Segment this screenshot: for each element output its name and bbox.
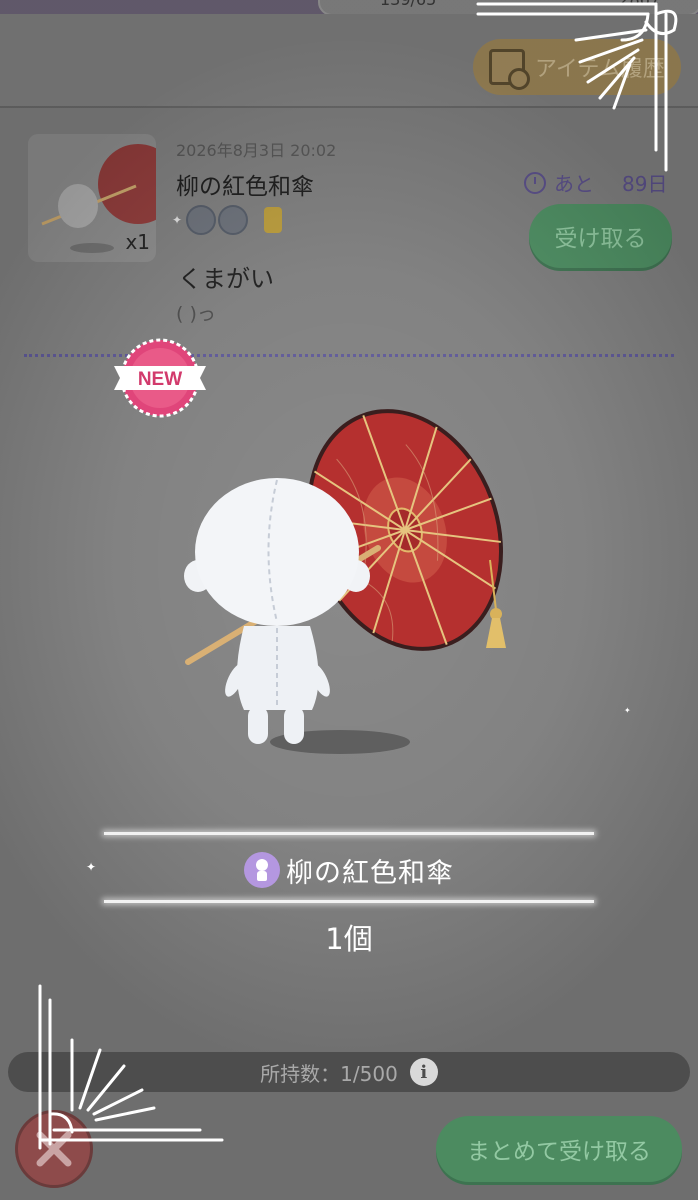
sparkle-icon: ✦ (624, 706, 631, 715)
sender-badge-icon (186, 205, 217, 235)
stat-value-1: 139/65 (380, 0, 436, 9)
reward-name-frame: 柳の紅色和傘 (104, 828, 594, 912)
corner-decoration-top-right (476, 2, 678, 172)
gift-date: 2026年8月3日 20:02 (176, 141, 337, 160)
sender-badges: ✦ (172, 205, 283, 235)
sparkle-icon: ✦ (172, 213, 183, 227)
new-badge-label: NEW (138, 369, 182, 390)
frame-line-top (104, 832, 594, 835)
gift-item-thumbnail[interactable]: x1 (28, 134, 178, 262)
gift-quantity: x1 (125, 230, 150, 254)
frame-line-bottom (104, 900, 594, 903)
sender-title-icon (264, 207, 283, 233)
sender-badge-icon (218, 205, 249, 235)
avatar-item-icon (244, 852, 280, 888)
reward-item: 柳の紅色和傘 (104, 848, 594, 892)
info-icon[interactable]: i (409, 1058, 438, 1086)
owned-count: 所持数：1/500 (260, 1061, 398, 1086)
corner-decoration-bottom-left (38, 984, 224, 1150)
reward-count: 1個 (325, 922, 373, 956)
gift-item-name: 柳の紅色和傘 (176, 174, 314, 200)
sparkle-icon: ✦ (86, 860, 97, 874)
bulk-receive-button[interactable]: まとめて受け取る (436, 1116, 682, 1182)
item-preview-image (184, 409, 506, 754)
sender-name: くまがい (178, 265, 274, 293)
reward-item-name: 柳の紅色和傘 (286, 857, 454, 889)
receive-button[interactable]: 受け取る (529, 204, 672, 268)
gift-message: ( )っ (176, 303, 216, 325)
